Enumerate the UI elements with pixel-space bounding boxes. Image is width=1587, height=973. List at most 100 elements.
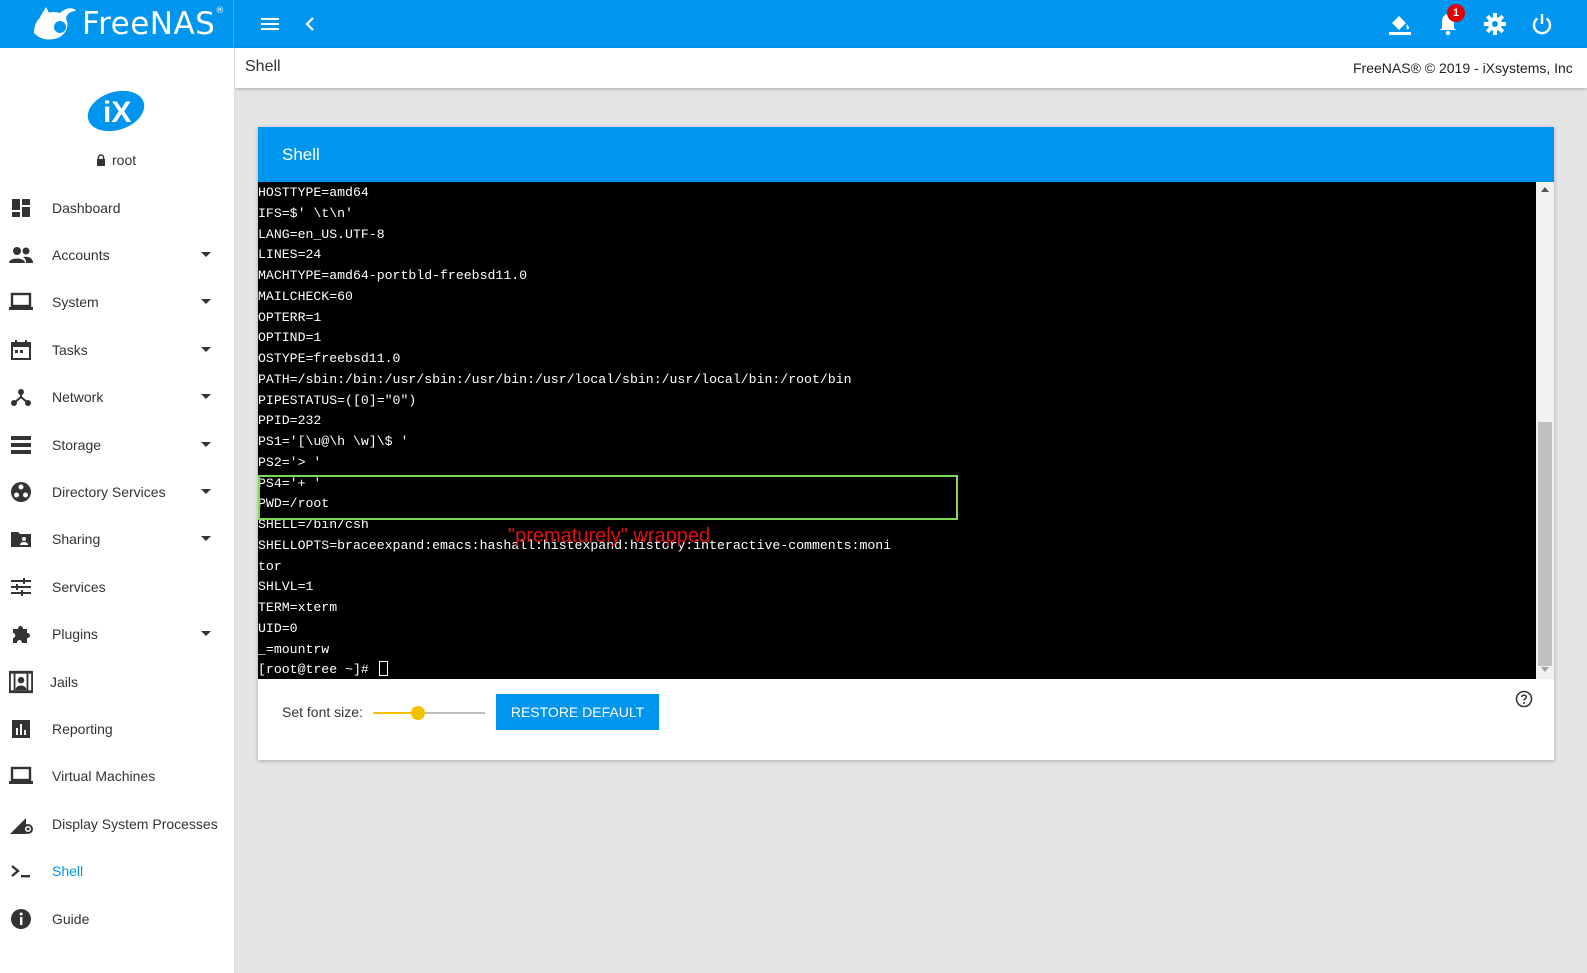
console-icon <box>9 859 33 883</box>
brand-name: FreeNAS® <box>82 6 225 42</box>
sidebar-item-label: Tasks <box>52 341 88 358</box>
sidebar-item-label: Accounts <box>52 247 110 264</box>
sidebar-item-label: Shell <box>52 863 84 880</box>
sidebar-item-label: Reporting <box>52 720 113 737</box>
freenas-logo-icon <box>34 7 76 40</box>
sidebar-item-reporting[interactable]: Reporting <box>0 705 234 752</box>
restore-default-button[interactable]: RESTORE DEFAULT <box>496 694 659 730</box>
sidebar-item-accounts[interactable]: Accounts <box>0 231 234 278</box>
sidebar-item-label: Display System Processes <box>52 815 218 832</box>
chevron-down-icon <box>201 394 211 400</box>
sidebar-item-label: Storage <box>52 436 102 453</box>
power-icon <box>1532 14 1552 35</box>
sidebar: iX root Dashboard Accounts System Tasks … <box>0 48 235 973</box>
scroll-up-arrow-icon[interactable] <box>1541 187 1549 192</box>
help-icon[interactable] <box>1515 690 1533 708</box>
highlight-box <box>258 475 958 520</box>
sidebar-item-label: Virtual Machines <box>52 768 156 785</box>
collapse-sidebar-button[interactable] <box>296 10 324 38</box>
shared-folder-icon <box>9 527 33 551</box>
tune-icon <box>9 575 33 599</box>
chevron-left-icon <box>305 17 314 31</box>
chevron-down-icon <box>201 441 211 447</box>
power-button[interactable] <box>1528 10 1556 38</box>
sidebar-item-label: Plugins <box>52 626 98 643</box>
sidebar-item-shell[interactable]: Shell <box>0 847 234 894</box>
terminal[interactable]: HOSTTYPE=amd64 IFS=$' \t\n' LANG=en_US.UTF… <box>258 182 1536 679</box>
dashboard-icon <box>9 196 33 220</box>
sidebar-item-guide[interactable]: Guide <box>0 895 234 942</box>
network-icon <box>9 385 33 409</box>
terminal-prompt: [root@tree ~]# <box>258 660 1536 679</box>
page-title: Shell <box>245 58 281 75</box>
sidebar-item-virtual-machines[interactable]: Virtual Machines <box>0 753 234 800</box>
chevron-down-icon <box>201 489 211 495</box>
storage-icon <box>9 433 33 457</box>
sidebar-item-dashboard[interactable]: Dashboard <box>0 184 234 231</box>
sidebar-item-directory-services[interactable]: Directory Services <box>0 468 234 515</box>
terminal-line: PIPESTATUS=([0]="0") <box>258 392 417 408</box>
terminal-line: TERM=xterm <box>258 600 338 615</box>
laptop-icon <box>9 290 33 314</box>
font-size-slider[interactable] <box>373 704 485 722</box>
font-size-label: Set font size: <box>282 704 363 720</box>
sidebar-item-services[interactable]: Services <box>0 563 234 610</box>
ix-logo-icon: iX <box>87 90 145 132</box>
menu-icon <box>261 18 279 30</box>
terminal-line: IFS=$' \t\n' <box>258 205 353 221</box>
menu-button[interactable] <box>256 10 284 38</box>
info-icon <box>9 907 33 931</box>
top-toolbar: FreeNAS® 1 <box>0 0 1587 48</box>
card-header: Shell <box>258 127 1554 182</box>
scroll-down-arrow-icon[interactable] <box>1541 667 1549 672</box>
chevron-down-icon <box>201 252 211 258</box>
sidebar-item-jails[interactable]: Jails <box>0 658 234 705</box>
sidebar-item-label: Dashboard <box>52 199 121 216</box>
processes-icon <box>9 812 33 836</box>
sidebar-item-label: Guide <box>52 910 90 927</box>
sidebar-item-system[interactable]: System <box>0 279 234 326</box>
annotation-text: "prematurely" wrapped <box>508 525 711 547</box>
username: root <box>112 152 137 168</box>
sidebar-item-tasks[interactable]: Tasks <box>0 326 234 373</box>
settings-button[interactable] <box>1481 10 1509 38</box>
sidebar-item-sharing[interactable]: Sharing <box>0 516 234 563</box>
copyright-text: FreeNAS® © 2019 - iXsystems, Inc <box>1353 60 1573 76</box>
sidebar-item-label: Network <box>52 389 104 406</box>
chevron-down-icon <box>201 631 211 637</box>
terminal-line: OSTYPE=freebsd11.0 <box>258 351 401 366</box>
svg-text:iX: iX <box>103 96 131 129</box>
terminal-line: _=mountrw <box>258 641 330 657</box>
sidebar-item-plugins[interactable]: Plugins <box>0 611 234 658</box>
terminal-line: PPID=232 <box>258 413 322 429</box>
sidebar-item-storage[interactable]: Storage <box>0 421 234 468</box>
terminal-line: MACHTYPE=amd64-portbld-freebsd11.0 <box>258 268 528 283</box>
directory-icon <box>9 480 33 504</box>
chevron-down-icon <box>201 346 211 352</box>
terminal-scrollbar[interactable] <box>1536 182 1554 679</box>
sidebar-item-network[interactable]: Network <box>0 374 234 421</box>
sidebar-item-label: Sharing <box>52 531 101 548</box>
terminal-line: LINES=24 <box>258 247 322 263</box>
current-user: root <box>96 152 136 168</box>
terminal-line: HOSTTYPE=amd64 <box>258 185 369 200</box>
scrollbar-thumb[interactable] <box>1538 422 1552 666</box>
brand[interactable]: FreeNAS® <box>0 0 234 48</box>
sidebar-item-label: System <box>52 294 99 311</box>
shell-card: Shell HOSTTYPE=amd64 IFS=$' \t\n' LANG=en_… <box>258 127 1554 760</box>
sidebar-item-display-system-processes[interactable]: Display System Processes <box>0 800 234 847</box>
puzzle-icon <box>9 622 33 646</box>
terminal-line: SHLVL=1 <box>258 579 314 595</box>
gear-icon <box>1484 13 1506 35</box>
sidebar-item-label: Services <box>52 578 106 595</box>
terminal-line: OPTERR=1 <box>258 309 322 325</box>
slider-thumb[interactable] <box>410 706 425 720</box>
terminal-line: LANG=en_US.UTF-8 <box>258 226 385 242</box>
terminal-line: UID=0 <box>258 620 298 636</box>
chevron-down-icon <box>201 299 211 305</box>
terminal-line: SHELLOPTS=braceexpand:emacs:hashall:hist… <box>258 537 892 553</box>
jail-icon <box>9 670 33 694</box>
prompt-text: [root@tree ~]# <box>258 662 377 678</box>
theme-button[interactable] <box>1386 10 1414 38</box>
sidebar-item-label: Directory Services <box>52 484 166 501</box>
